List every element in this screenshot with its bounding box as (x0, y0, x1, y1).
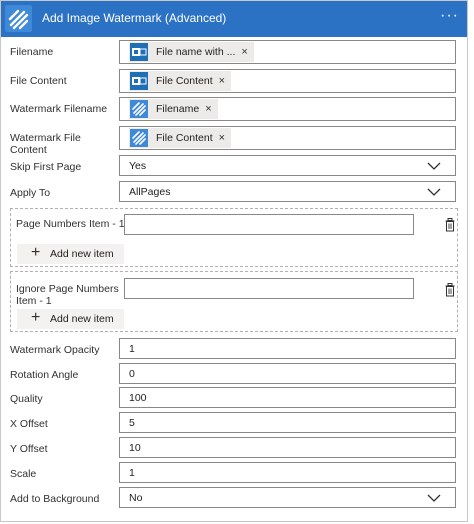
remove-token-icon[interactable]: × (241, 46, 247, 58)
remove-token-icon[interactable]: × (219, 75, 225, 87)
apply-to-value: AllPages (129, 186, 171, 198)
add-new-item-label: Add new item (50, 248, 114, 260)
scale-input[interactable]: 1 (119, 462, 456, 483)
filename-field[interactable]: File name with ... × (119, 40, 456, 64)
skip-first-page-dropdown[interactable]: Yes (119, 155, 456, 176)
remove-token-icon[interactable]: × (219, 132, 225, 144)
delete-item-icon[interactable] (444, 218, 456, 232)
remove-token-icon[interactable]: × (205, 103, 211, 115)
x-offset-input[interactable]: 5 (119, 412, 456, 433)
skip-first-page-value: Yes (129, 160, 147, 172)
file-content-field[interactable]: File Content × (119, 69, 456, 93)
rotation-angle-label: Rotation Angle (10, 369, 79, 381)
filename-label: Filename (10, 46, 54, 58)
ignore-page-numbers-group: Ignore Page Numbers Item - 1 + Add new i… (10, 271, 458, 332)
watermark-file-content-field[interactable]: File Content × (119, 126, 456, 150)
action-card: Add Image Watermark (Advanced) ··· Filen… (0, 0, 468, 522)
apply-to-dropdown[interactable]: AllPages (119, 181, 456, 202)
watermark-logo-icon (5, 5, 32, 32)
plus-icon: + (31, 244, 41, 261)
stripes-icon (130, 129, 148, 147)
page-numbers-item-label: Page Numbers Item - 1 (16, 218, 125, 230)
watermark-opacity-label: Watermark Opacity (10, 344, 100, 356)
quality-label: Quality (10, 393, 43, 405)
apply-to-label: Apply To (10, 187, 51, 199)
filename-token[interactable]: File name with ... × (129, 42, 254, 62)
token-label: File Content (156, 75, 213, 87)
ignore-page-numbers-item-label: Ignore Page Numbers Item - 1 (16, 283, 119, 307)
delete-item-icon[interactable] (444, 283, 456, 297)
x-offset-label: X Offset (10, 418, 48, 430)
plus-icon: + (31, 309, 41, 326)
add-new-item-label: Add new item (50, 313, 114, 325)
watermark-filename-label: Watermark Filename (10, 103, 108, 115)
scale-value: 1 (129, 467, 135, 479)
outlook-icon (130, 43, 148, 61)
watermark-filename-field[interactable]: Filename × (119, 97, 456, 121)
file-content-token[interactable]: File Content × (129, 71, 232, 91)
action-title: Add Image Watermark (Advanced) (42, 11, 227, 25)
chevron-down-icon[interactable] (427, 491, 441, 508)
y-offset-input[interactable]: 10 (119, 437, 456, 458)
add-to-background-dropdown[interactable]: No (119, 487, 456, 508)
watermark-opacity-input[interactable]: 1 (119, 338, 456, 359)
more-options-icon[interactable]: ··· (440, 7, 459, 25)
quality-input[interactable]: 100 (119, 387, 456, 408)
chevron-down-icon[interactable] (427, 159, 441, 176)
add-ignore-page-number-button[interactable]: + Add new item (17, 309, 124, 329)
file-content-label: File Content (10, 75, 67, 87)
stripes-icon (130, 100, 148, 118)
quality-value: 100 (129, 392, 147, 404)
y-offset-value: 10 (129, 442, 141, 454)
skip-first-page-label: Skip First Page (10, 161, 82, 173)
watermark-file-content-token[interactable]: File Content × (129, 128, 232, 148)
outlook-icon (130, 72, 148, 90)
add-to-background-value: No (129, 492, 143, 504)
x-offset-value: 5 (129, 417, 135, 429)
chevron-down-icon[interactable] (427, 185, 441, 202)
rotation-angle-value: 0 (129, 368, 135, 380)
action-header[interactable]: Add Image Watermark (Advanced) ··· (1, 1, 467, 37)
scale-label: Scale (10, 468, 37, 480)
add-to-background-label: Add to Background (10, 493, 100, 505)
rotation-angle-input[interactable]: 0 (119, 363, 456, 384)
page-numbers-group: Page Numbers Item - 1 + Add new item (10, 208, 458, 267)
token-label: Filename (156, 103, 200, 115)
token-label: File Content (156, 132, 213, 144)
add-page-number-button[interactable]: + Add new item (17, 244, 124, 264)
watermark-filename-token[interactable]: Filename × (129, 99, 218, 119)
page-numbers-input[interactable] (124, 214, 414, 235)
watermark-file-content-label: Watermark File Content (10, 132, 81, 156)
watermark-opacity-value: 1 (129, 343, 135, 355)
ignore-page-numbers-input[interactable] (124, 278, 414, 299)
token-label: File name with ... (156, 46, 236, 58)
y-offset-label: Y Offset (10, 443, 48, 455)
